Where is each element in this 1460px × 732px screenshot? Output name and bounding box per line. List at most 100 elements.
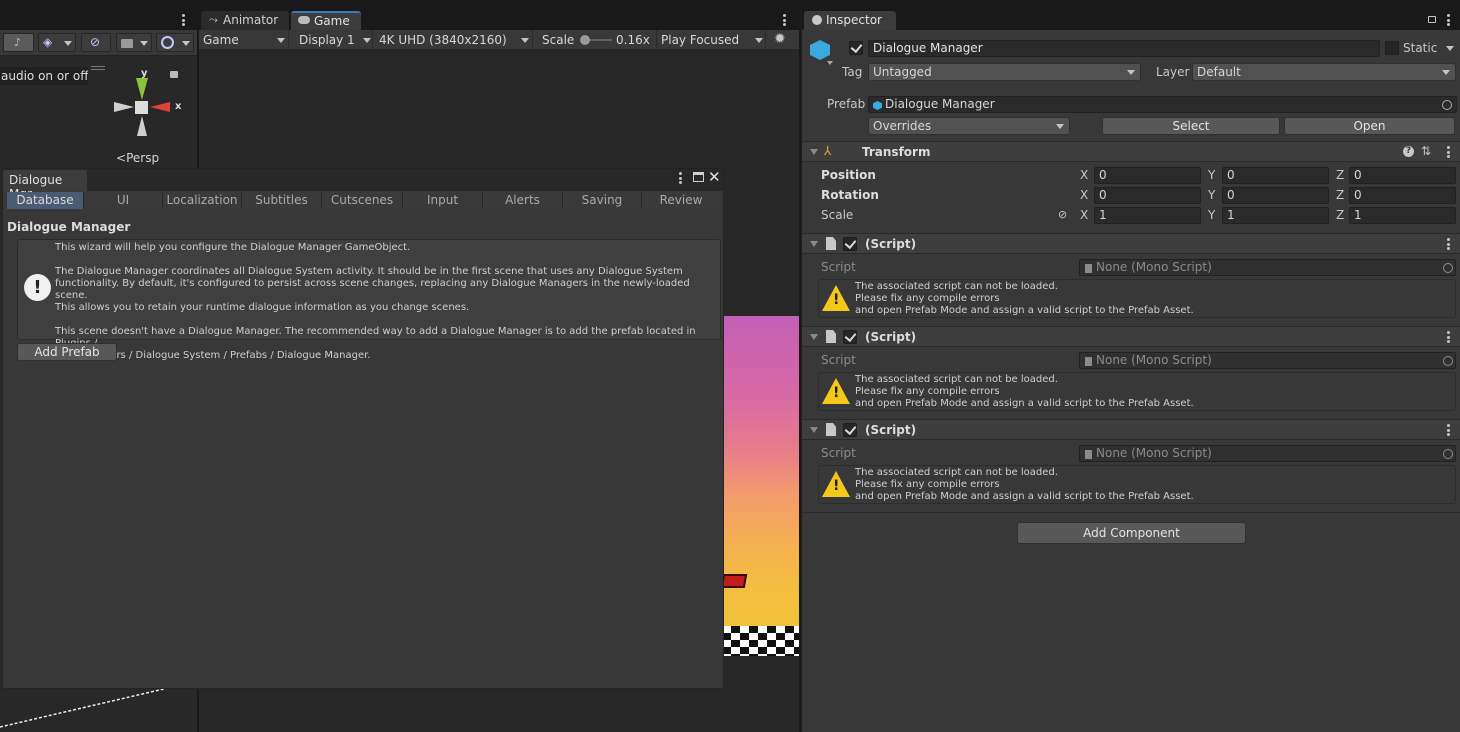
tab-game[interactable]: Game (291, 11, 361, 30)
script-field[interactable]: None (Mono Script) (1079, 352, 1456, 369)
foldout-icon (810, 241, 818, 247)
mute-icon: ♪ (14, 36, 22, 49)
wizard-tab-localization[interactable]: Localization (163, 192, 242, 209)
resolution-dropdown[interactable]: 4K UHD (3840x2160) (375, 30, 533, 50)
script-component-menu-icon[interactable] (1447, 424, 1450, 436)
gameobject-cube-icon (810, 40, 830, 60)
add-prefab-button[interactable]: Add Prefab (17, 343, 117, 361)
inspector-tab-label: Inspector (826, 13, 882, 27)
scale-slider[interactable] (580, 35, 612, 45)
link-icon[interactable]: ⊘ (1058, 208, 1067, 221)
inspector-tab-bar: Inspector (802, 10, 1460, 30)
wizard-tab-database[interactable]: Database (7, 192, 84, 209)
wizard-tab-cutscenes[interactable]: Cutscenes (322, 192, 403, 209)
game-panel-menu-icon[interactable] (783, 14, 786, 26)
position-y-field[interactable]: 0 (1222, 167, 1329, 184)
audio-toggle-button[interactable]: ♪ (3, 33, 34, 52)
dialogue-mgr-titlebar: Dialogue Mgr ✕ (3, 168, 723, 201)
axis-z-label[interactable]: Z (1336, 208, 1344, 222)
axis-y-label[interactable]: Y (1208, 208, 1215, 222)
script-enabled-checkbox[interactable] (843, 423, 857, 437)
script-component-header[interactable]: (Script) (802, 326, 1460, 347)
script-field[interactable]: None (Mono Script) (1079, 259, 1456, 276)
scale-x-field[interactable]: 1 (1094, 207, 1201, 224)
warning-text: The associated script can not be loaded.… (855, 467, 1194, 503)
effects-button[interactable]: ◈ (38, 33, 76, 52)
axis-y-label[interactable]: Y (1208, 168, 1215, 182)
transform-menu-icon[interactable] (1447, 146, 1450, 158)
scene-panel-menu-icon[interactable] (182, 14, 185, 26)
active-checkbox[interactable] (849, 41, 863, 55)
scale-z-field[interactable]: 1 (1349, 207, 1456, 224)
static-dropdown-icon[interactable] (1446, 46, 1454, 51)
presets-icon[interactable]: ⇅ (1421, 144, 1431, 158)
overrides-dropdown[interactable]: Overrides (868, 117, 1070, 135)
axis-x-label[interactable]: X (1080, 168, 1088, 182)
axis-x-label[interactable]: X (1080, 208, 1088, 222)
script-component-header[interactable]: (Script) (802, 233, 1460, 254)
select-button[interactable]: Select (1102, 117, 1280, 135)
axis-x-label[interactable]: X (1080, 188, 1088, 202)
position-label: Position (821, 168, 876, 182)
wizard-tab-ui[interactable]: UI (84, 192, 163, 209)
position-z-field[interactable]: 0 (1349, 167, 1456, 184)
script-component-menu-icon[interactable] (1447, 238, 1450, 250)
inspector-menu-icon[interactable] (1447, 14, 1450, 26)
chevron-down-icon[interactable] (827, 61, 833, 65)
maximize-icon[interactable] (693, 172, 704, 182)
script-warning-box: ! The associated script can not be loade… (818, 279, 1456, 318)
scale-y-field[interactable]: 1 (1222, 207, 1329, 224)
transform-rotation-row: Rotation X 0 Y 0 Z 0 (802, 186, 1460, 205)
rotation-y-field[interactable]: 0 (1222, 187, 1329, 204)
dialogue-mgr-menu-icon[interactable] (679, 172, 682, 184)
close-icon[interactable]: ✕ (708, 168, 721, 186)
bug-icon[interactable]: ✹ (774, 31, 786, 47)
prefab-field[interactable]: Dialogue Manager (868, 96, 1457, 113)
display-dropdown[interactable]: Display 1 (293, 30, 373, 50)
script-component-header[interactable]: (Script) (802, 419, 1460, 440)
wizard-tab-alerts[interactable]: Alerts (483, 192, 563, 209)
script-component-menu-icon[interactable] (1447, 331, 1450, 343)
object-picker-icon[interactable] (1443, 449, 1453, 459)
rotation-x-field[interactable]: 0 (1094, 187, 1201, 204)
help-icon[interactable]: ? (1403, 146, 1414, 157)
visibility-button[interactable]: ⊘ (81, 33, 111, 52)
scene-gizmo-handle[interactable] (91, 66, 105, 70)
position-x-field[interactable]: 0 (1094, 167, 1201, 184)
gizmos-button[interactable] (156, 33, 194, 52)
open-button[interactable]: Open (1284, 117, 1455, 135)
script-enabled-checkbox[interactable] (843, 237, 857, 251)
object-picker-icon[interactable] (1443, 263, 1453, 273)
wizard-tab-review[interactable]: Review (642, 192, 720, 209)
wizard-tab-saving[interactable]: Saving (563, 192, 642, 209)
script-field[interactable]: None (Mono Script) (1079, 445, 1456, 462)
scale-slider-thumb[interactable] (580, 35, 590, 45)
dialogue-mgr-tab[interactable]: Dialogue Mgr (3, 170, 87, 201)
warning-line1: The associated script can not be loaded. (855, 281, 1058, 292)
display-mode-dropdown[interactable]: Game (199, 30, 289, 50)
layer-dropdown[interactable]: Default (1192, 63, 1456, 81)
object-picker-icon[interactable] (1443, 356, 1453, 366)
script-enabled-checkbox[interactable] (843, 330, 857, 344)
axis-z-label[interactable]: Z (1336, 168, 1344, 182)
static-checkbox[interactable] (1385, 41, 1399, 55)
lock-icon[interactable] (170, 71, 178, 78)
axis-y-label[interactable]: Y (1208, 188, 1215, 202)
inspector-tab[interactable]: Inspector (804, 11, 896, 30)
object-picker-icon[interactable] (1442, 100, 1452, 110)
script-asset-icon (1085, 357, 1092, 366)
axis-z-label[interactable]: Z (1336, 188, 1344, 202)
add-component-button[interactable]: Add Component (1017, 522, 1246, 544)
script-component-title: (Script) (865, 423, 917, 437)
tab-animator[interactable]: ⤳ Animator (201, 11, 289, 30)
tag-dropdown[interactable]: Untagged (868, 63, 1141, 81)
object-name-field[interactable]: Dialogue Manager (868, 40, 1380, 57)
transform-header[interactable]: ⅄ Transform ? ⇅ (802, 141, 1460, 162)
lock-icon[interactable] (1428, 16, 1436, 23)
camera-button[interactable] (116, 33, 152, 52)
wizard-tab-subtitles[interactable]: Subtitles (242, 192, 322, 209)
play-mode-dropdown[interactable]: Play Focused (656, 30, 766, 50)
wizard-tab-input[interactable]: Input (403, 192, 483, 209)
rotation-z-field[interactable]: 0 (1349, 187, 1456, 204)
persp-toggle[interactable]: <Persp (116, 151, 159, 165)
